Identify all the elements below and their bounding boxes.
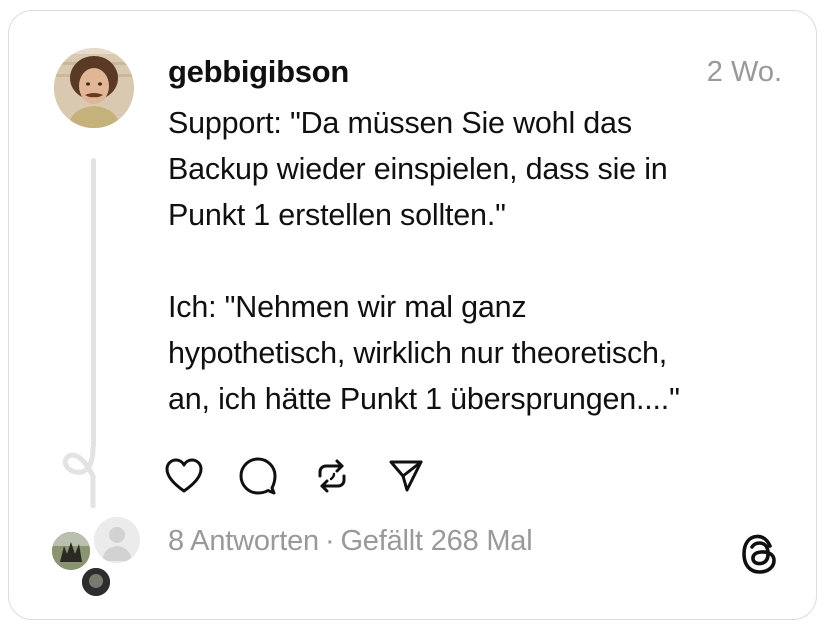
threads-logo-icon[interactable]	[740, 532, 780, 576]
share-button[interactable]	[387, 456, 425, 496]
stats-separator: ·	[324, 525, 335, 557]
repost-icon	[318, 459, 346, 493]
reply-button[interactable]	[239, 456, 277, 496]
like-button[interactable]	[165, 456, 203, 496]
likes-count[interactable]: Gefällt 268 Mal	[340, 525, 532, 557]
heart-icon	[165, 458, 203, 493]
comment-icon	[239, 457, 277, 495]
post-stats: 8 Antworten · Gefällt 268 Mal	[168, 525, 533, 558]
thread-curl	[62, 446, 96, 508]
author-username[interactable]: gebbigibson	[168, 54, 349, 90]
thread-line	[91, 158, 96, 448]
post-timestamp[interactable]: 2 Wo.	[707, 56, 782, 89]
reply-avatar-1	[92, 515, 142, 565]
share-icon	[389, 460, 423, 492]
author-avatar[interactable]	[54, 48, 134, 128]
replies-count[interactable]: 8 Antworten	[168, 525, 319, 557]
reply-avatar-3	[80, 566, 112, 598]
reply-avatar-2	[50, 530, 92, 572]
repost-button[interactable]	[313, 456, 351, 496]
post-actions	[165, 456, 461, 500]
post-text: Support: "Da müssen Sie wohl das Backup …	[168, 106, 680, 416]
